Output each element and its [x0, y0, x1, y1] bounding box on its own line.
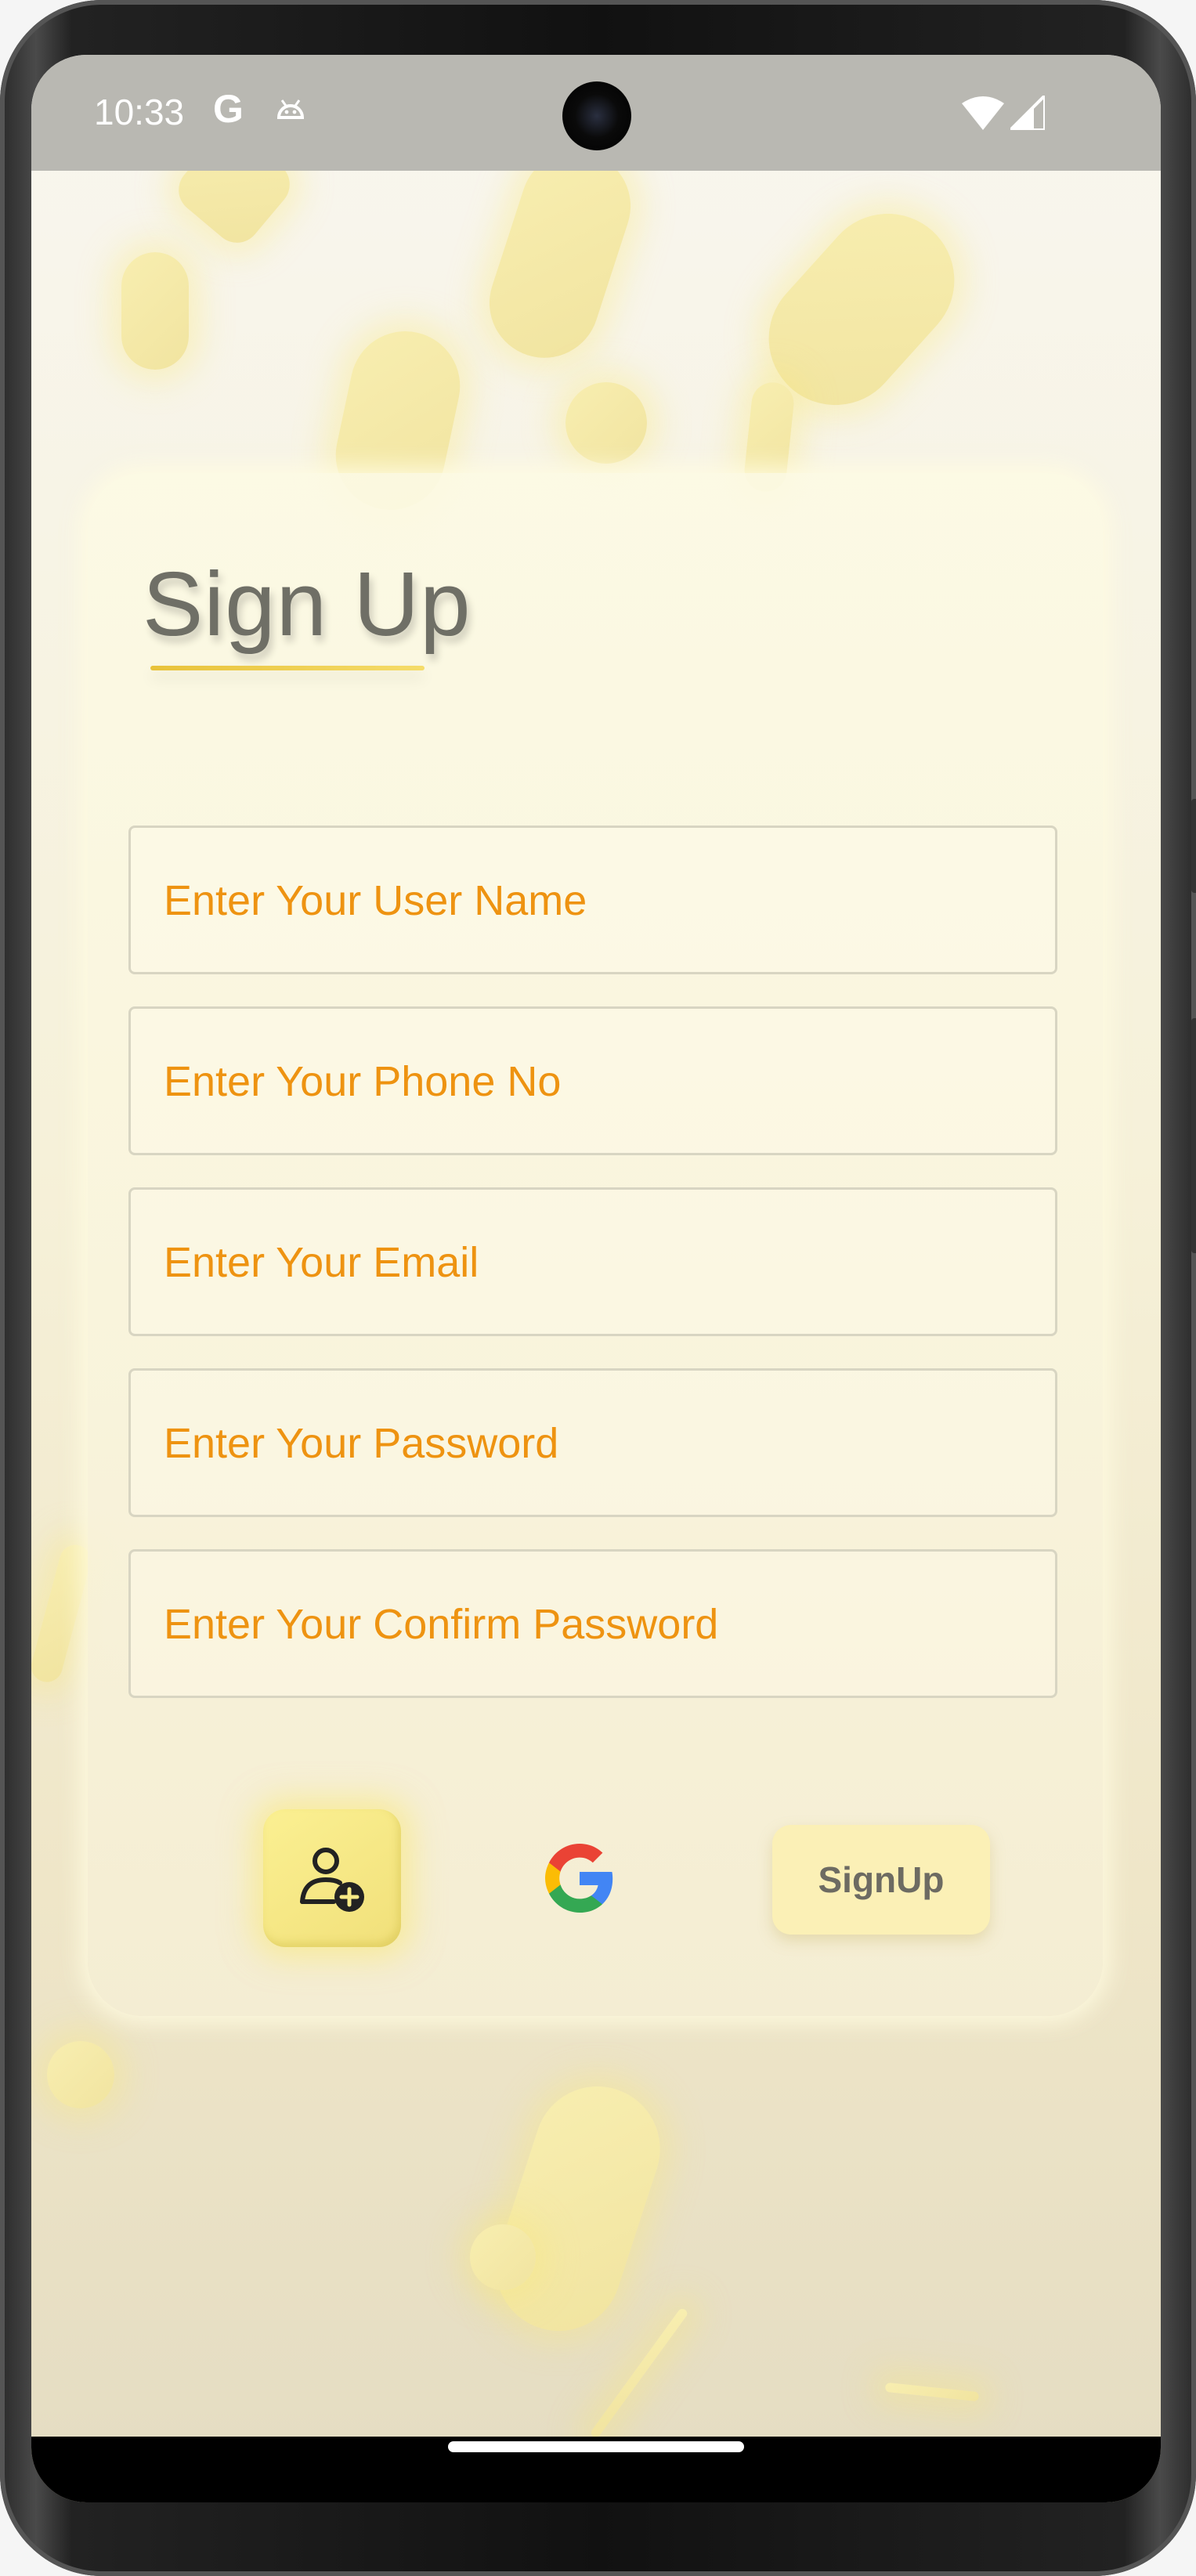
google-signin-button[interactable] — [542, 1841, 617, 1916]
decor-blob — [565, 382, 647, 464]
android-status-icon — [276, 99, 305, 119]
phone-input[interactable] — [162, 1009, 1027, 1154]
confirm-password-field[interactable] — [128, 1549, 1057, 1698]
google-icon — [545, 1844, 613, 1913]
add-user-button[interactable] — [263, 1809, 401, 1947]
decor-blob — [589, 2307, 689, 2440]
signup-card: Sign Up Enter Your User Name Enter Your … — [88, 473, 1103, 2016]
decor-blob — [470, 2224, 536, 2290]
decor-blob — [479, 2070, 677, 2347]
username-input[interactable] — [162, 828, 1027, 974]
decor-blob — [884, 2382, 980, 2402]
navigation-bar — [31, 2437, 1161, 2502]
title-underline — [150, 666, 425, 670]
decor-blob — [31, 1541, 95, 1686]
password-input[interactable] — [162, 1371, 1027, 1516]
front-camera — [562, 81, 631, 150]
wifi-icon — [962, 96, 1004, 130]
decor-blob — [475, 136, 645, 373]
power-button — [1191, 799, 1196, 893]
email-input[interactable] — [162, 1190, 1027, 1335]
add-user-icon — [300, 1848, 364, 1912]
google-status-icon: G — [213, 87, 244, 131]
phone-frame: 10:33 G Sign Up Enter Your User Name Ent… — [0, 0, 1196, 2576]
home-indicator[interactable] — [448, 2441, 744, 2452]
confirm-password-input[interactable] — [162, 1552, 1027, 1697]
signup-button[interactable]: SignUp — [772, 1825, 990, 1935]
decor-blob — [47, 2041, 114, 2108]
username-field[interactable] — [128, 826, 1057, 974]
email-field[interactable] — [128, 1187, 1057, 1336]
password-field[interactable] — [128, 1368, 1057, 1517]
decor-blob — [121, 252, 189, 370]
volume-button — [1191, 1018, 1196, 1253]
phone-field[interactable] — [128, 1006, 1057, 1155]
page-title: Sign Up — [143, 553, 472, 655]
cell-signal-icon — [1010, 96, 1045, 130]
status-time: 10:33 — [94, 92, 185, 132]
screen: 10:33 G Sign Up Enter Your User Name Ent… — [31, 55, 1161, 2502]
